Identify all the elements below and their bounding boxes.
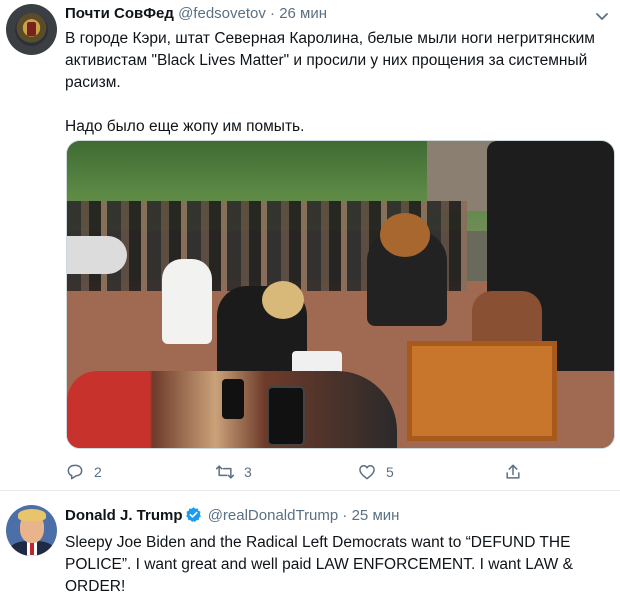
photo-curly-hair: [380, 213, 430, 257]
author-name[interactable]: Donald J. Trump: [65, 507, 183, 524]
tweet-text-paragraph: Sleepy Joe Biden and the Radical Left De…: [65, 534, 573, 593]
tweet-text-paragraph: В городе Кэри, штат Северная Каролина, б…: [65, 30, 595, 91]
author-handle[interactable]: @fedsovetov: [178, 5, 266, 22]
verified-badge-icon: [185, 507, 201, 523]
author-handle[interactable]: @realDonaldTrump: [208, 507, 339, 524]
reply-button[interactable]: 2: [65, 462, 102, 482]
photo-phone: [267, 386, 305, 446]
tweet-actions: 2 3 5: [65, 462, 535, 484]
tweet-timestamp[interactable]: 25 мин: [352, 507, 400, 524]
avatar-hair: [18, 509, 46, 521]
tweet-text: В городе Кэри, штат Северная Каролина, б…: [65, 28, 610, 138]
coat-of-arms-icon: [15, 13, 48, 46]
photo-red-wagon: [407, 341, 557, 441]
avatar-realdonaldtrump[interactable]: [6, 505, 57, 556]
tweet-photo[interactable]: [66, 140, 615, 449]
retweet-icon: [215, 465, 235, 479]
share-icon: [506, 464, 520, 479]
photo-megaphone: [67, 236, 127, 274]
share-button[interactable]: [503, 462, 523, 482]
tweet-timestamp[interactable]: 26 мин: [279, 5, 327, 22]
separator-dot: ·: [270, 5, 276, 22]
photo-phone: [222, 379, 244, 419]
tweet-text: Sleepy Joe Biden and the Radical Left De…: [65, 532, 615, 593]
avatar-fedsovetov[interactable]: [6, 4, 57, 55]
retweet-button[interactable]: 3: [215, 462, 252, 482]
author-name[interactable]: Почти СовФед: [65, 5, 174, 22]
chevron-down-icon[interactable]: [594, 8, 610, 24]
avatar-tie: [30, 543, 34, 555]
separator-dot: ·: [342, 507, 348, 524]
retweet-count: 3: [244, 464, 252, 480]
tweet-header: Donald J. Trump @realDonaldTrump · 25 ми…: [65, 506, 399, 526]
reply-count: 2: [94, 464, 102, 480]
like-button[interactable]: 5: [357, 462, 394, 482]
photo-officer: [162, 259, 212, 344]
tweet-text-paragraph: Надо было еще жопу им помыть.: [65, 118, 305, 135]
photo-blonde-hair: [262, 281, 304, 319]
like-icon: [359, 465, 375, 480]
tweet-header: Почти СовФед @fedsovetov · 26 мин: [65, 4, 327, 24]
reply-icon: [67, 464, 83, 480]
tweet-realdonaldtrump[interactable]: Donald J. Trump @realDonaldTrump · 25 ми…: [0, 492, 620, 593]
tweet-fedsovetov[interactable]: Почти СовФед @fedsovetov · 26 мин В горо…: [0, 0, 620, 490]
tweet-divider: [0, 490, 620, 491]
like-count: 5: [386, 464, 394, 480]
